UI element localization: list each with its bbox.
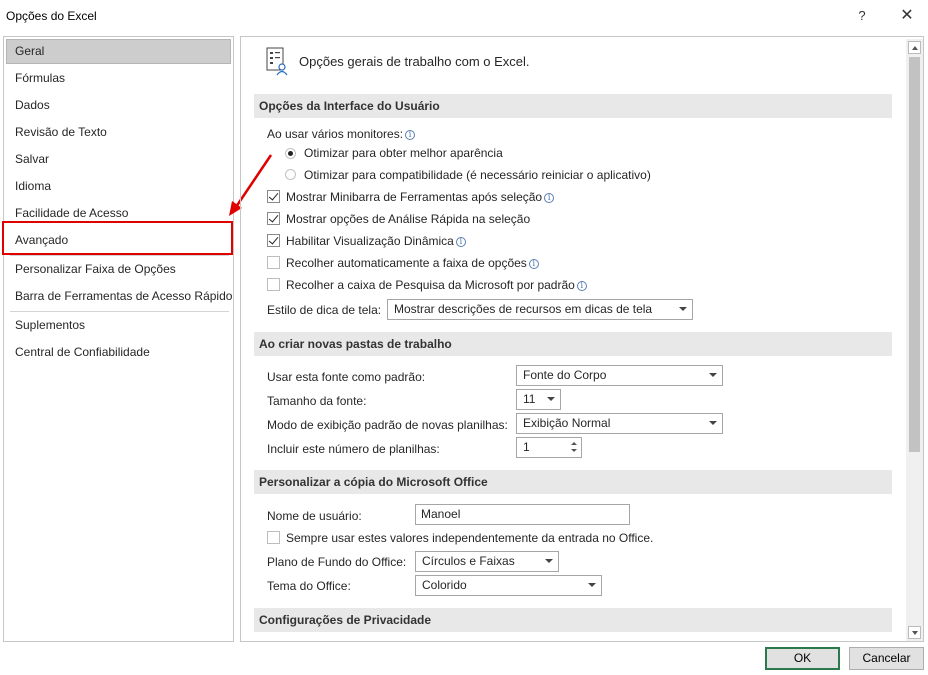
sheets-count-label: Incluir este número de planilhas: bbox=[267, 442, 440, 456]
username-input[interactable]: Manoel bbox=[415, 504, 630, 525]
checkbox-quick-analysis[interactable] bbox=[267, 212, 280, 225]
checkbox-live-preview-label[interactable]: Habilitar Visualização Dinâmica bbox=[286, 234, 454, 248]
info-icon[interactable]: i bbox=[528, 259, 539, 269]
general-options-icon bbox=[266, 47, 288, 76]
checkbox-minibar[interactable] bbox=[267, 190, 280, 203]
info-icon[interactable]: i bbox=[544, 193, 555, 203]
sidebar-item-revisao[interactable]: Revisão de Texto bbox=[6, 120, 231, 145]
cancel-button[interactable]: Cancelar bbox=[849, 647, 924, 670]
sidebar-item-idioma[interactable]: Idioma bbox=[6, 174, 231, 199]
username-label: Nome de usuário: bbox=[267, 509, 362, 523]
sidebar-item-salvar[interactable]: Salvar bbox=[6, 147, 231, 172]
checkbox-minibar-row: Mostrar Minibarra de Ferramentas após se… bbox=[286, 190, 555, 204]
sidebar-separator bbox=[10, 255, 229, 256]
office-background-select[interactable]: Círculos e Faixas bbox=[415, 551, 559, 572]
chevron-down-icon bbox=[545, 559, 553, 563]
window-title: Opções do Excel bbox=[6, 9, 97, 23]
sidebar-item-dados[interactable]: Dados bbox=[6, 93, 231, 118]
radio-optimize-compat-label[interactable]: Otimizar para compatibilidade (é necessá… bbox=[304, 168, 651, 182]
checkbox-collapse-ribbon-label[interactable]: Recolher automaticamente a faixa de opçõ… bbox=[286, 256, 527, 270]
tooltip-style-label: Estilo de dica de tela: bbox=[267, 303, 382, 317]
checkbox-always-use[interactable] bbox=[267, 531, 280, 544]
default-view-label: Modo de exibição padrão de novas planilh… bbox=[267, 418, 508, 432]
font-size-select[interactable]: 11 bbox=[516, 389, 561, 410]
partial-button-edge bbox=[267, 641, 452, 642]
office-theme-value: Colorido bbox=[422, 578, 467, 592]
sidebar-item-personalizar-faixa[interactable]: Personalizar Faixa de Opções bbox=[6, 257, 231, 282]
chevron-down-icon bbox=[709, 373, 717, 377]
tooltip-style-select[interactable]: Mostrar descrições de recursos em dicas … bbox=[387, 299, 693, 320]
chevron-down-icon bbox=[588, 583, 596, 587]
checkbox-collapse-search[interactable] bbox=[267, 278, 280, 291]
section-new-workbook: Ao criar novas pastas de trabalho bbox=[254, 332, 892, 356]
info-icon[interactable]: i bbox=[405, 130, 416, 140]
default-view-value: Exibição Normal bbox=[523, 416, 611, 430]
scroll-down-icon[interactable] bbox=[908, 626, 921, 639]
spin-down-icon[interactable] bbox=[571, 449, 577, 452]
radio-optimize-appearance[interactable] bbox=[285, 148, 296, 159]
chevron-down-icon bbox=[679, 307, 687, 311]
office-background-label: Plano de Fundo do Office: bbox=[267, 555, 407, 569]
sidebar-item-barra-acesso-rapido[interactable]: Barra de Ferramentas de Acesso Rápido bbox=[6, 284, 232, 309]
office-background-value: Círculos e Faixas bbox=[422, 554, 515, 568]
font-size-value: 11 bbox=[523, 392, 536, 406]
section-ui-options: Opções da Interface do Usuário bbox=[254, 94, 892, 118]
radio-optimize-appearance-label[interactable]: Otimizar para obter melhor aparência bbox=[304, 146, 503, 160]
scroll-thumb[interactable] bbox=[909, 57, 920, 452]
sheets-count-value: 1 bbox=[523, 440, 530, 454]
info-icon[interactable]: i bbox=[455, 237, 466, 247]
default-font-value: Fonte do Corpo bbox=[523, 368, 607, 382]
multi-monitor-text: Ao usar vários monitores: bbox=[267, 127, 404, 141]
page-title: Opções gerais de trabalho com o Excel. bbox=[299, 54, 530, 69]
font-size-label: Tamanho da fonte: bbox=[267, 394, 367, 408]
sidebar-item-suplementos[interactable]: Suplementos bbox=[6, 313, 231, 338]
multi-monitor-label: Ao usar vários monitores: i bbox=[267, 127, 416, 141]
default-font-label: Usar esta fonte como padrão: bbox=[267, 370, 426, 384]
section-personalize-office: Personalizar a cópia do Microsoft Office bbox=[254, 470, 892, 494]
checkbox-collapse-search-row: Recolher a caixa de Pesquisa da Microsof… bbox=[286, 278, 587, 292]
checkbox-collapse-ribbon-row: Recolher automaticamente a faixa de opçõ… bbox=[286, 256, 539, 270]
vertical-scrollbar[interactable] bbox=[906, 39, 923, 641]
title-bar: Opções do Excel ? ✕ bbox=[0, 0, 928, 32]
checkbox-collapse-search-label[interactable]: Recolher a caixa de Pesquisa da Microsof… bbox=[286, 278, 575, 292]
annotation-highlight-box bbox=[2, 221, 233, 255]
chevron-down-icon bbox=[709, 421, 717, 425]
scroll-up-icon[interactable] bbox=[908, 41, 921, 54]
default-font-select[interactable]: Fonte do Corpo bbox=[516, 365, 723, 386]
checkbox-minibar-label[interactable]: Mostrar Minibarra de Ferramentas após se… bbox=[286, 190, 542, 204]
tooltip-style-value: Mostrar descrições de recursos em dicas … bbox=[394, 302, 653, 316]
sheets-count-stepper[interactable]: 1 bbox=[516, 437, 582, 458]
info-icon[interactable]: i bbox=[576, 281, 587, 291]
office-theme-select[interactable]: Colorido bbox=[415, 575, 602, 596]
default-view-select[interactable]: Exibição Normal bbox=[516, 413, 723, 434]
checkbox-live-preview-row: Habilitar Visualização Dinâmica i bbox=[286, 234, 466, 248]
chevron-down-icon bbox=[547, 397, 555, 401]
sidebar-item-central-confiabilidade[interactable]: Central de Confiabilidade bbox=[6, 340, 231, 365]
checkbox-collapse-ribbon[interactable] bbox=[267, 256, 280, 269]
checkbox-always-use-label[interactable]: Sempre usar estes valores independenteme… bbox=[286, 531, 653, 545]
sidebar-item-geral[interactable]: Geral bbox=[6, 39, 231, 64]
section-privacy: Configurações de Privacidade bbox=[254, 608, 892, 632]
office-theme-label: Tema do Office: bbox=[267, 579, 351, 593]
options-panel: Opções gerais de trabalho com o Excel. O… bbox=[240, 36, 924, 642]
sidebar-item-formulas[interactable]: Fórmulas bbox=[6, 66, 231, 91]
checkbox-quick-analysis-label[interactable]: Mostrar opções de Análise Rápida na sele… bbox=[286, 212, 530, 226]
radio-optimize-compat[interactable] bbox=[285, 169, 296, 180]
help-button[interactable]: ? bbox=[852, 6, 872, 26]
spin-up-icon[interactable] bbox=[571, 442, 577, 445]
sidebar-separator bbox=[10, 311, 229, 312]
checkbox-live-preview[interactable] bbox=[267, 234, 280, 247]
ok-button[interactable]: OK bbox=[765, 647, 840, 670]
close-button[interactable]: ✕ bbox=[896, 6, 918, 26]
sidebar: Geral Fórmulas Dados Revisão de Texto Sa… bbox=[3, 36, 234, 642]
